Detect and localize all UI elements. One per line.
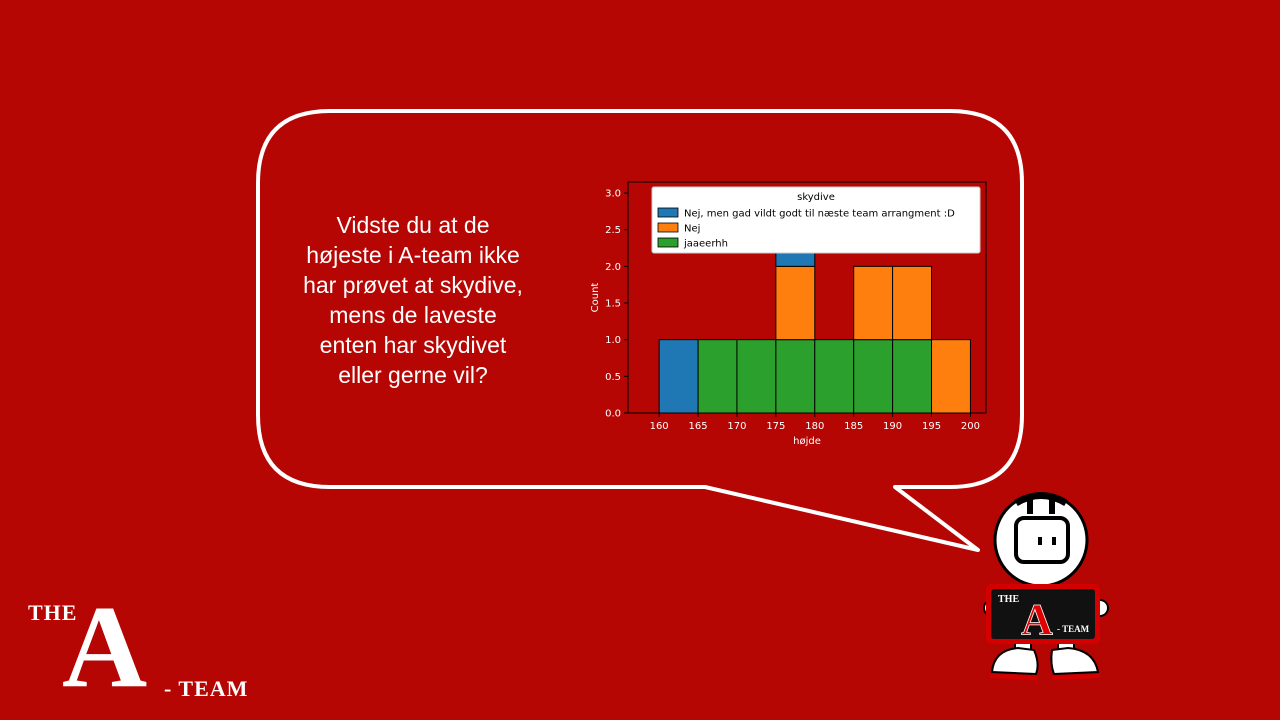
histogram-bar <box>736 339 777 414</box>
y-tick-label: 2.5 <box>605 225 621 236</box>
x-tick-label: 200 <box>961 421 980 432</box>
legend-title: skydive <box>797 192 835 203</box>
x-tick-label: 185 <box>844 421 863 432</box>
histogram-bar <box>853 265 894 341</box>
mascot-head <box>993 492 1089 588</box>
histogram-bar <box>697 339 738 414</box>
histogram-bar <box>775 265 816 341</box>
y-tick-label: 0.0 <box>605 409 621 420</box>
x-tick-label: 180 <box>805 421 824 432</box>
x-axis-label: højde <box>793 436 821 447</box>
histogram-bar <box>892 265 933 341</box>
x-tick-label: 160 <box>650 421 669 432</box>
mascot-shoes <box>990 646 1100 680</box>
legend-swatch <box>657 222 679 233</box>
question-text: Vidste du at de højeste i A-team ikke ha… <box>290 210 536 390</box>
y-tick-label: 3.0 <box>605 189 621 200</box>
mascot: THE A - TEAM <box>983 492 1109 680</box>
logo-team: - TEAM <box>164 676 249 701</box>
x-tick-label: 170 <box>727 421 746 432</box>
question-line: har prøvet at skydive, <box>303 272 523 298</box>
histogram-bar <box>658 339 699 414</box>
height-histogram-chart: 160 165 170 175 180 185 190 195 200 0.0 0.5 1.0 1.5 2… <box>590 181 987 447</box>
y-tick-label: 0.5 <box>605 372 621 383</box>
mascot-sign: THE A - TEAM <box>986 584 1100 644</box>
histogram-bar <box>814 339 855 414</box>
question-line: mens de laveste <box>329 302 497 328</box>
legend-swatch <box>657 237 679 248</box>
x-tick-label: 165 <box>688 421 707 432</box>
x-tick-label: 190 <box>883 421 902 432</box>
sign-team-text: - TEAM <box>1057 624 1090 634</box>
y-tick-label: 2.0 <box>605 262 621 273</box>
y-tick-label: 1.0 <box>605 335 621 346</box>
question-line: højeste i A-team ikke <box>306 242 520 268</box>
x-tick-label: 195 <box>922 421 941 432</box>
histogram-bar <box>931 339 971 414</box>
legend-swatch <box>657 207 679 218</box>
question-line: enten har skydivet <box>319 332 507 358</box>
question-line: eller gerne vil? <box>338 362 488 388</box>
legend-entry: Nej <box>684 224 700 235</box>
legend-entry: jaaeerhh <box>683 239 728 250</box>
x-tick-label: 175 <box>766 421 785 432</box>
histogram-bar <box>775 339 816 414</box>
sign-the-text: THE <box>998 594 1019 605</box>
logo-a: A <box>62 581 148 712</box>
y-axis-label: Count <box>590 283 601 313</box>
question-line: Vidste du at de <box>336 212 490 238</box>
sign-a-text: A <box>1021 595 1053 644</box>
histogram-bar <box>892 339 933 414</box>
y-tick-label: 1.5 <box>605 299 621 310</box>
legend-entry: Nej, men gad vildt godt til næste team a… <box>684 209 955 220</box>
histogram-bar <box>853 339 894 414</box>
